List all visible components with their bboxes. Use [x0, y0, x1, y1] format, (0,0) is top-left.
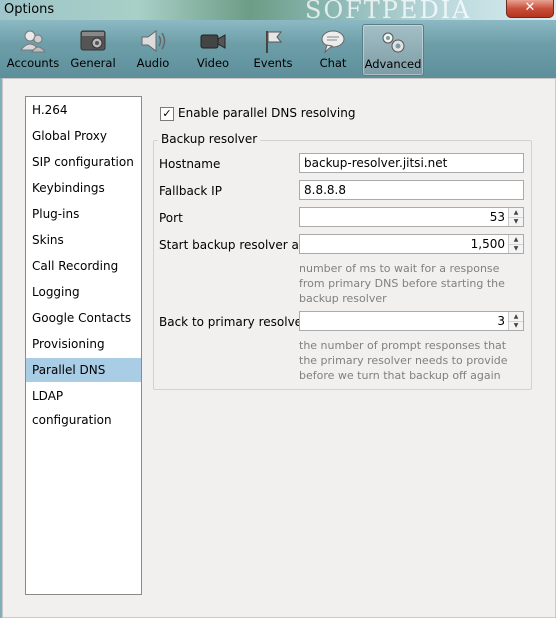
- nav-item-sip-configuration[interactable]: SIP configuration: [26, 150, 141, 174]
- toolbar-label: Events: [253, 56, 293, 70]
- nav-item-plug-ins[interactable]: Plug-ins: [26, 202, 141, 226]
- window-title: Options: [4, 2, 55, 17]
- nav-item-provisioning[interactable]: Provisioning: [26, 332, 141, 356]
- start-backup-after-hint: number of ms to wait for a response from…: [299, 262, 505, 305]
- advanced-nav-list: H.264 Global Proxy SIP configuration Key…: [25, 96, 142, 595]
- accounts-icon: [19, 30, 46, 53]
- nav-item-logging[interactable]: Logging: [26, 280, 141, 304]
- start-backup-after-decrement-button[interactable]: ▼: [509, 244, 523, 253]
- nav-item-parallel-dns[interactable]: Parallel DNS: [26, 358, 141, 382]
- start-backup-after-spinner[interactable]: 1,500 ▲ ▼: [299, 234, 524, 254]
- audio-icon: [141, 30, 166, 52]
- video-icon: [200, 34, 226, 49]
- options-window: Options SOFTPEDIA ✕ Accounts General Aud…: [0, 0, 556, 618]
- backup-resolver-title: Backup resolver: [158, 132, 261, 146]
- toolbar-events[interactable]: Events: [246, 24, 300, 74]
- toolbar-audio[interactable]: Audio: [126, 24, 180, 74]
- title-bar[interactable]: Options SOFTPEDIA ✕: [0, 0, 556, 24]
- toolbar-chat[interactable]: Chat: [306, 24, 360, 74]
- toolbar-label: General: [70, 56, 116, 70]
- back-to-primary-label: Back to primary resolver: [159, 315, 307, 329]
- toolbar-advanced[interactable]: Advanced: [362, 24, 424, 76]
- back-to-primary-value: 3: [497, 314, 505, 328]
- close-button[interactable]: ✕: [506, 0, 554, 18]
- toolbar-label: Accounts: [6, 56, 60, 70]
- nav-item-skins[interactable]: Skins: [26, 228, 141, 252]
- port-spinner[interactable]: 53 ▲ ▼: [299, 207, 524, 227]
- nav-item-h264[interactable]: H.264: [26, 98, 141, 122]
- back-to-primary-spinner[interactable]: 3 ▲ ▼: [299, 311, 524, 331]
- start-backup-after-label: Start backup resolver after: [159, 238, 320, 252]
- toolbar-label: Video: [196, 56, 230, 70]
- fallback-ip-field[interactable]: 8.8.8.8: [299, 180, 524, 200]
- nav-item-global-proxy[interactable]: Global Proxy: [26, 124, 141, 148]
- hostname-field[interactable]: backup-resolver.jitsi.net: [299, 153, 524, 173]
- fallback-ip-label: Fallback IP: [159, 184, 222, 198]
- hostname-label: Hostname: [159, 157, 221, 171]
- port-value: 53: [489, 210, 505, 224]
- port-decrement-button[interactable]: ▼: [509, 217, 523, 226]
- settings-content: H.264 Global Proxy SIP configuration Key…: [2, 78, 556, 618]
- back-to-primary-hint: the number of prompt responses that the …: [299, 339, 508, 382]
- toolbar-label: Chat: [319, 56, 347, 70]
- events-icon: [266, 31, 283, 53]
- start-backup-after-buttons: ▲ ▼: [508, 235, 523, 253]
- general-icon: [80, 30, 106, 51]
- chat-icon: [321, 30, 345, 54]
- back-to-primary-decrement-button[interactable]: ▼: [509, 321, 523, 330]
- toolbar-video[interactable]: Video: [186, 24, 240, 74]
- nav-item-google-contacts[interactable]: Google Contacts: [26, 306, 141, 330]
- enable-parallel-dns-checkbox[interactable]: ✓: [160, 107, 174, 121]
- nav-item-call-recording[interactable]: Call Recording: [26, 254, 141, 278]
- nav-item-ldap-configuration[interactable]: LDAP configuration: [26, 384, 141, 427]
- nav-item-keybindings[interactable]: Keybindings: [26, 176, 141, 200]
- toolbar-accounts[interactable]: Accounts: [6, 24, 60, 74]
- advanced-icon: [382, 32, 405, 53]
- start-backup-after-value: 1,500: [470, 237, 505, 251]
- enable-parallel-dns-label: Enable parallel DNS resolving: [178, 106, 356, 120]
- toolbar-general[interactable]: General: [66, 24, 120, 74]
- toolbar: Accounts General Audio Video Events Chat…: [0, 20, 556, 78]
- toolbar-label: Audio: [136, 56, 170, 70]
- toolbar-label: Advanced: [364, 57, 422, 71]
- port-label: Port: [159, 211, 183, 225]
- port-spinner-buttons: ▲ ▼: [508, 208, 523, 226]
- back-to-primary-buttons: ▲ ▼: [508, 312, 523, 330]
